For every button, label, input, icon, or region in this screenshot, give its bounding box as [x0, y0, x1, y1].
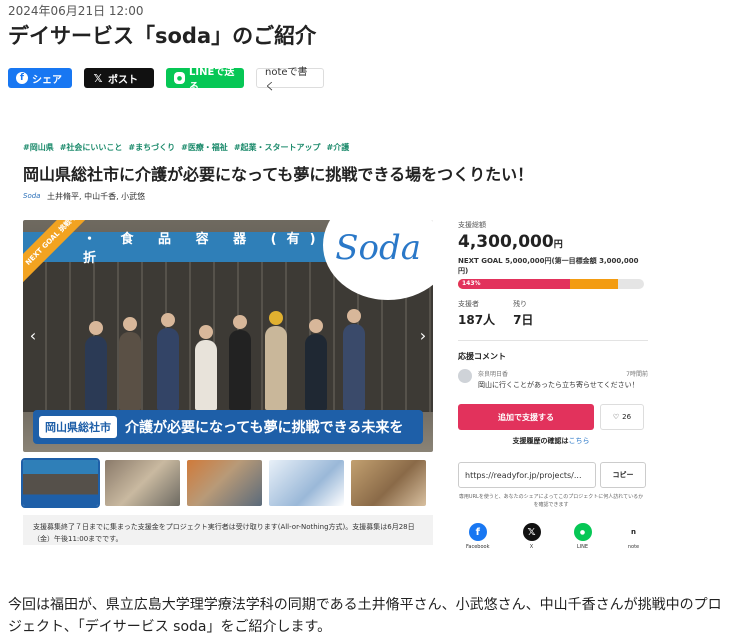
comment-body: 奈良明日香 7時間前 岡山に行くことがあったら立ち寄らせてください！ — [478, 369, 648, 390]
funding-progress-bar: 143% — [458, 279, 644, 289]
thumbnail[interactable] — [269, 460, 344, 506]
person-figure — [305, 319, 327, 410]
image-thumbnails — [21, 458, 426, 508]
comment-item[interactable]: 奈良明日香 7時間前 岡山に行くことがあったら立ち寄らせてください！ — [458, 369, 648, 390]
sns-share-icons: f Facebook 𝕏 X ● LINE n note — [458, 523, 648, 550]
project-tag[interactable]: #社会にいいこと — [60, 142, 123, 153]
line-send-label: LINEで送る — [189, 67, 235, 93]
article-title: デイサービス「soda」のご紹介 — [8, 24, 317, 48]
carousel-next-icon[interactable]: › — [415, 324, 431, 346]
banner-text: 介護が必要になっても夢に挑戦できる未来を — [125, 420, 404, 436]
facebook-share-link[interactable]: f Facebook — [466, 523, 490, 550]
sns-label: X — [529, 544, 534, 550]
supporters-stat: 支援者 187人 — [458, 299, 495, 328]
comment-meta: 奈良明日香 7時間前 — [478, 369, 648, 378]
share-url-row: https://readyfor.jp/projects/... コピー — [458, 462, 648, 488]
share-url-field[interactable]: https://readyfor.jp/projects/... — [458, 462, 596, 488]
line-icon: ● — [573, 523, 592, 541]
progress-percent: 143% — [462, 280, 481, 287]
note-write-label: noteで書く — [265, 67, 308, 93]
person-figure — [265, 311, 287, 410]
note-share-link[interactable]: n note — [624, 523, 643, 550]
total-label: 支援総額 — [458, 221, 486, 229]
line-icon: ● — [174, 72, 186, 84]
comments-heading: 応援コメント — [458, 352, 506, 361]
soda-logo-small: Soda — [23, 191, 41, 200]
project-embed-card[interactable]: #岡山県 #社会にいいこと #まちづくり #医療・福祉 #起業・スタートアップ … — [15, 127, 655, 557]
author-names: 土井脩平, 中山千香, 小武悠 — [47, 192, 146, 201]
remaining-value: 7日 — [513, 313, 534, 327]
avatar — [458, 369, 472, 383]
support-button[interactable]: 追加で支援する — [458, 404, 594, 430]
facebook-icon: f — [16, 72, 28, 84]
thumbnail[interactable] — [351, 460, 426, 506]
project-tag[interactable]: #岡山県 — [23, 142, 54, 153]
project-tag[interactable]: #介護 — [327, 142, 350, 153]
support-actions: 追加で支援する ♡ 26 — [458, 404, 648, 430]
project-tag[interactable]: #まちづくり — [128, 142, 175, 153]
x-post-label: ポスト — [108, 74, 138, 86]
thumbnail[interactable] — [187, 460, 262, 506]
sns-label: LINE — [576, 544, 589, 550]
history-text: 支援履歴の確認は — [512, 437, 569, 445]
sns-label: Facebook — [466, 544, 490, 550]
note-write-button[interactable]: noteで書く — [256, 67, 324, 93]
line-send-button[interactable]: ● LINEで送る — [166, 67, 244, 93]
comment-time: 7時間前 — [626, 371, 648, 378]
article-body: 今回は福田が、県立広島大学理学療法学科の同期である土井脩平さん、小武悠さん、中山… — [8, 597, 722, 635]
remaining-stat: 残り 7日 — [513, 299, 533, 328]
favorite-button[interactable]: ♡ 26 — [600, 404, 644, 430]
divider — [458, 340, 648, 341]
project-hero-image[interactable]: ・ 食 品 容 器 (有) 内 田 折 NEXT GOAL 挑戦中 Soda 岡… — [23, 220, 433, 452]
supporters-value: 187人 — [458, 313, 496, 327]
person-figure — [157, 313, 179, 410]
project-tag[interactable]: #起業・スタートアップ — [234, 142, 321, 153]
thumbnail[interactable] — [21, 458, 100, 508]
person-figure — [119, 317, 141, 410]
facebook-share-label: シェア — [32, 74, 62, 86]
facebook-share-button[interactable]: f シェア — [8, 68, 72, 88]
comment-text: 岡山に行くことがあったら立ち寄らせてください！ — [478, 381, 639, 389]
next-goal-text: NEXT GOAL 5,000,000円(第一目標金額 3,000,000円) — [458, 257, 639, 275]
hero-banner: 岡山県総社市 介護が必要になっても夢に挑戦できる未来を — [33, 410, 423, 444]
favorite-count: 26 — [622, 413, 632, 421]
project-title[interactable]: 岡山県総社市に介護が必要になっても夢に挑戦できる場をつくりたい！ — [23, 161, 533, 185]
project-tags: #岡山県 #社会にいいこと #まちづくり #医療・福祉 #起業・スタートアップ … — [23, 142, 349, 153]
total-amount: 4,300,000円 — [458, 232, 648, 252]
x-icon: 𝕏 — [522, 523, 541, 541]
remaining-label: 残り — [513, 300, 528, 308]
banner-location-tag: 岡山県総社市 — [39, 416, 117, 438]
total-amount-value: 4,300,000 — [458, 232, 554, 252]
person-figure — [343, 309, 365, 410]
project-sidebar: 支援総額 4,300,000円 NEXT GOAL 5,000,000円(第一目… — [458, 220, 648, 550]
share-url-note: 専用URLを使うと、あなたのシェアによってこのプロジェクトに何人訪れているかを確… — [458, 494, 644, 508]
thumbnail[interactable] — [105, 460, 180, 506]
note-icon: n — [624, 523, 643, 541]
heart-icon: ♡ — [612, 413, 620, 421]
total-amount-unit: 円 — [553, 240, 563, 250]
line-share-link[interactable]: ● LINE — [573, 523, 592, 550]
funding-notice: 支援募集終了７日までに集まった支援金をプロジェクト実行者は受け取ります(All-… — [23, 515, 433, 545]
copy-url-button[interactable]: コピー — [600, 462, 646, 488]
supporters-label: 支援者 — [458, 300, 479, 308]
share-buttons: f シェア 𝕏 ポスト ● LINEで送る noteで書く — [8, 67, 324, 93]
x-icon: 𝕏 — [93, 71, 103, 85]
person-figure — [85, 321, 107, 410]
facebook-icon: f — [468, 523, 487, 541]
support-history: 支援履歴の確認はこちら — [458, 436, 644, 446]
x-share-link[interactable]: 𝕏 X — [522, 523, 541, 550]
project-tag[interactable]: #医療・福祉 — [181, 142, 228, 153]
person-figure — [195, 325, 217, 410]
article-date: 2024年06月21日 12:00 — [8, 4, 144, 18]
project-authors: Soda 土井脩平, 中山千香, 小武悠 — [23, 191, 145, 202]
x-post-button[interactable]: 𝕏 ポスト — [84, 68, 154, 88]
carousel-prev-icon[interactable]: ‹ — [25, 324, 41, 346]
history-link[interactable]: こちら — [569, 437, 590, 445]
soda-logo: Soda — [335, 228, 421, 268]
comment-author: 奈良明日香 — [478, 371, 509, 378]
person-figure — [229, 315, 251, 410]
project-stats: 支援者 187人 残り 7日 — [458, 299, 648, 328]
sns-label: note — [627, 544, 640, 550]
